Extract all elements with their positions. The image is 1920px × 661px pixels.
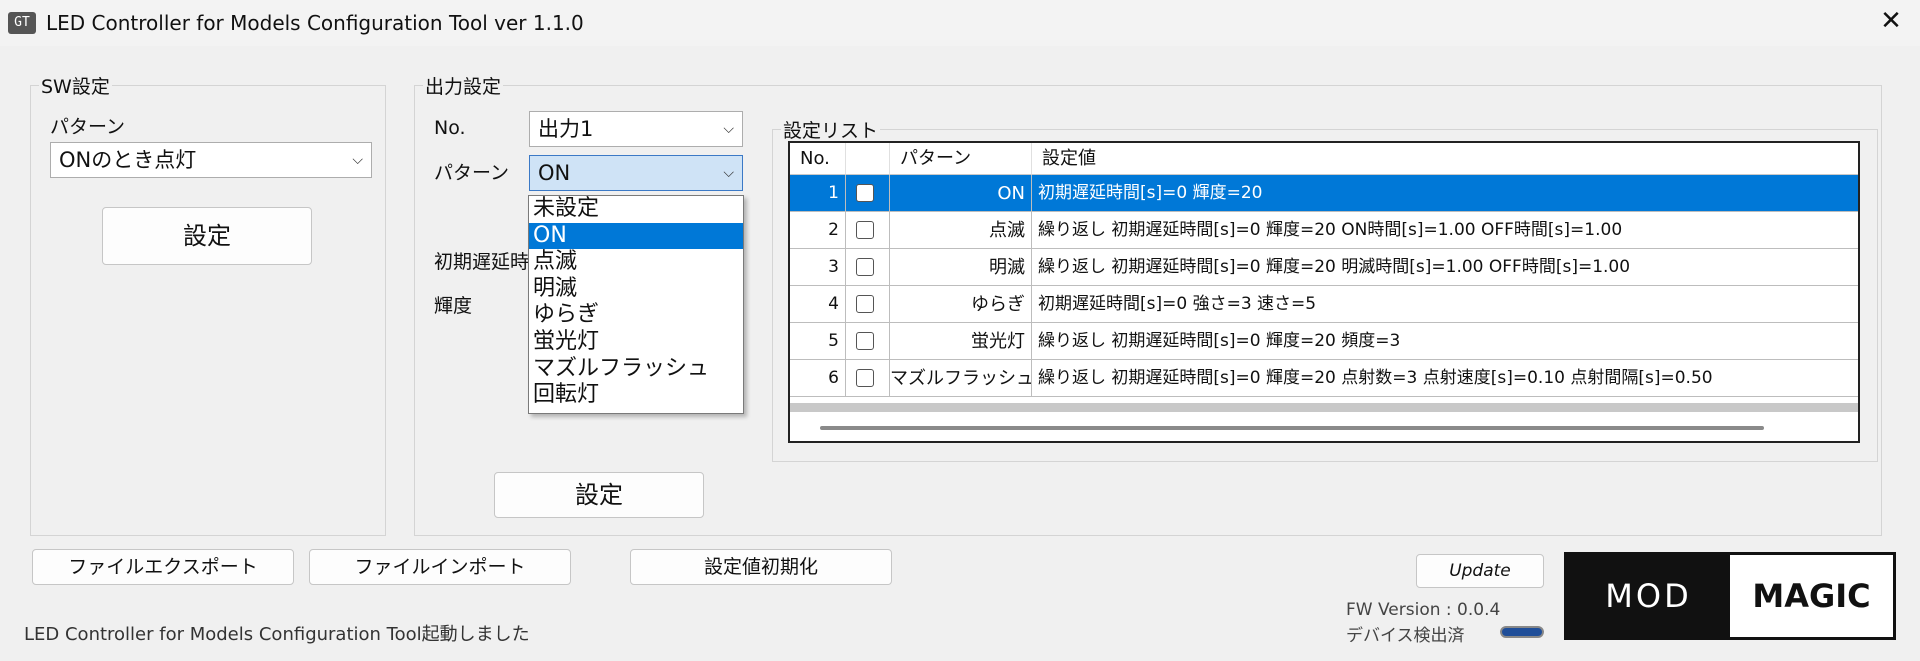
table-row[interactable]: 2 点滅 繰り返し 初期遅延時間[s]=0 輝度=20 ON時間[s]=1.00 O… (790, 212, 1858, 249)
sw-pattern-value: ONのとき点灯 (59, 148, 197, 172)
row-checkbox-cell (846, 249, 890, 286)
output-no-value: 出力1 (538, 117, 594, 141)
row-pattern: ゆらぎ (890, 286, 1032, 323)
row-pattern: マズルフラッシュ (890, 360, 1032, 397)
row-checkbox[interactable] (856, 332, 874, 350)
col-header-check[interactable] (846, 143, 890, 175)
row-checkbox[interactable] (856, 369, 874, 387)
row-checkbox-cell (846, 212, 890, 249)
horizontal-scrollbar[interactable] (820, 426, 1764, 430)
row-value: 繰り返し 初期遅延時間[s]=0 輝度=20 頻度=3 (1032, 323, 1858, 360)
dropdown-option[interactable]: マズルフラッシュ (529, 356, 743, 382)
output-set-button[interactable]: 設定 (494, 472, 704, 518)
col-header-value[interactable]: 設定値 (1032, 143, 1858, 175)
table-row[interactable]: 6 マズルフラッシュ 繰り返し 初期遅延時間[s]=0 輝度=20 点射数=3 点射… (790, 360, 1858, 397)
logo-magic: MAGIC (1752, 577, 1871, 615)
row-pattern: 点滅 (890, 212, 1032, 249)
brightness-label: 輝度 (434, 295, 473, 317)
row-checkbox[interactable] (856, 258, 874, 276)
update-button[interactable]: Update (1416, 554, 1544, 588)
row-pattern: 明滅 (890, 249, 1032, 286)
sw-settings-title: SW設定 (41, 76, 110, 98)
row-checkbox-cell (846, 175, 890, 212)
device-status: デバイス検出済 (1346, 626, 1465, 646)
row-checkbox[interactable] (856, 295, 874, 313)
row-no: 6 (790, 360, 846, 397)
fw-version: FW Version : 0.0.4 (1346, 600, 1501, 620)
pattern-dropdown-list[interactable]: 未設定 ON 点滅 明滅 ゆらぎ 蛍光灯 マズルフラッシュ 回転灯 (528, 195, 744, 414)
table-row[interactable]: 1 ON 初期遅延時間[s]=0 輝度=20 (790, 175, 1858, 212)
setting-list-title: 設定リスト (783, 120, 879, 142)
row-value: 繰り返し 初期遅延時間[s]=0 輝度=20 ON時間[s]=1.00 OFF時… (1032, 212, 1858, 249)
reset-settings-button[interactable]: 設定値初期化 (630, 549, 892, 585)
row-pattern: ON (890, 175, 1032, 212)
output-pattern-value: ON (538, 161, 571, 185)
output-no-select[interactable]: 出力1 ⌵ (529, 111, 743, 147)
close-icon[interactable]: ✕ (1876, 6, 1906, 36)
table-row[interactable]: 3 明滅 繰り返し 初期遅延時間[s]=0 輝度=20 明滅時間[s]=1.00 O… (790, 249, 1858, 286)
settings-table[interactable]: No. パターン 設定値 1 ON 初期遅延時間[s]=0 輝度=20 2 点滅 繰り返し… (788, 141, 1860, 443)
window-title: LED Controller for Models Configuration … (46, 11, 584, 35)
dropdown-option[interactable]: 明滅 (529, 276, 743, 302)
row-checkbox-cell (846, 360, 890, 397)
col-header-pattern[interactable]: パターン (890, 143, 1032, 175)
chevron-down-icon: ⌵ (352, 152, 363, 168)
initial-delay-label: 初期遅延時間[s] (434, 251, 528, 273)
row-checkbox-cell (846, 323, 890, 360)
device-led-icon (1500, 626, 1544, 638)
row-value: 初期遅延時間[s]=0 強さ=3 速さ=5 (1032, 286, 1858, 323)
title-bar: GT LED Controller for Models Configurati… (0, 0, 1920, 46)
row-value: 初期遅延時間[s]=0 輝度=20 (1032, 175, 1858, 212)
col-header-no[interactable]: No. (790, 143, 846, 175)
sw-pattern-label: パターン (50, 116, 126, 138)
dropdown-option[interactable]: 回転灯 (529, 382, 743, 408)
table-row[interactable]: 4 ゆらぎ 初期遅延時間[s]=0 強さ=3 速さ=5 (790, 286, 1858, 323)
app-icon: GT (8, 12, 36, 34)
logo-mod: MOD (1567, 555, 1730, 637)
row-checkbox-cell (846, 286, 890, 323)
output-pattern-select[interactable]: ON ⌵ (529, 155, 743, 191)
chevron-down-icon: ⌵ (723, 165, 734, 181)
row-no: 5 (790, 323, 846, 360)
output-pattern-label: パターン (434, 162, 510, 184)
row-pattern: 蛍光灯 (890, 323, 1032, 360)
dropdown-option[interactable]: 未設定 (529, 196, 743, 222)
sw-set-button[interactable]: 設定 (102, 207, 312, 265)
row-value: 繰り返し 初期遅延時間[s]=0 輝度=20 明滅時間[s]=1.00 OFF時… (1032, 249, 1858, 286)
table-empty-band (790, 403, 1858, 412)
output-no-label: No. (434, 117, 466, 139)
row-checkbox[interactable] (856, 184, 874, 202)
sw-pattern-select[interactable]: ONのとき点灯 ⌵ (50, 142, 372, 178)
modmagic-logo: MOD MAGIC (1564, 552, 1896, 640)
status-message: LED Controller for Models Configuration … (24, 624, 530, 645)
dropdown-option[interactable]: 蛍光灯 (529, 329, 743, 355)
table-row[interactable]: 5 蛍光灯 繰り返し 初期遅延時間[s]=0 輝度=20 頻度=3 (790, 323, 1858, 360)
dropdown-option[interactable]: 点滅 (529, 249, 743, 275)
dropdown-option[interactable]: ON (529, 222, 743, 249)
file-export-button[interactable]: ファイルエクスポート (32, 549, 294, 585)
row-no: 1 (790, 175, 846, 212)
output-settings-title: 出力設定 (425, 76, 502, 98)
row-no: 3 (790, 249, 846, 286)
chevron-down-icon: ⌵ (723, 121, 734, 137)
row-no: 2 (790, 212, 846, 249)
row-checkbox[interactable] (856, 221, 874, 239)
row-value: 繰り返し 初期遅延時間[s]=0 輝度=20 点射数=3 点射速度[s]=0.1… (1032, 360, 1858, 397)
file-import-button[interactable]: ファイルインポート (309, 549, 571, 585)
dropdown-option[interactable]: ゆらぎ (529, 302, 743, 328)
row-no: 4 (790, 286, 846, 323)
